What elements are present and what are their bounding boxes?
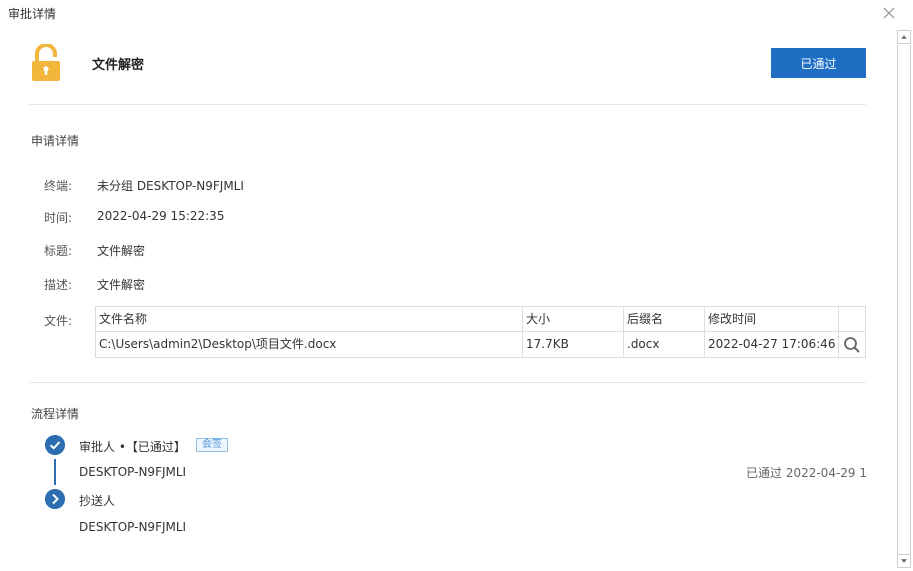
time-label: 时间: (44, 211, 73, 225)
subject-label: 标题: (44, 244, 73, 258)
chevron-right-circle-icon (45, 489, 65, 509)
close-icon[interactable] (881, 5, 897, 21)
terminal-value: 未分组 DESKTOP-N9FJMLI (97, 179, 244, 193)
table-header-row: 文件名称 大小 后缀名 修改时间 (96, 307, 865, 332)
scroll-down-icon[interactable] (897, 554, 911, 568)
file-path-cell: C:\Users\admin2\Desktop\项目文件.docx (96, 332, 523, 357)
approver-name: DESKTOP-N9FJMLI (79, 465, 187, 479)
cc-step-title: 抄送人 (79, 494, 116, 508)
approver-status: 已通过 2022-04-29 1 (746, 466, 868, 480)
process-section-title: 流程详情 (31, 407, 80, 421)
file-extension-cell: .docx (624, 332, 705, 357)
lock-open-icon (32, 44, 60, 81)
request-title: 文件解密 (92, 58, 145, 73)
cc-person-name: DESKTOP-N9FJMLI (79, 520, 187, 534)
section-divider (29, 382, 866, 383)
files-label: 文件: (44, 314, 73, 328)
header-divider (29, 104, 866, 105)
time-value: 2022-04-29 15:22:35 (97, 209, 225, 223)
approved-status-button[interactable]: 已通过 (771, 48, 866, 78)
file-size-cell: 17.7KB (523, 332, 624, 357)
column-header-size: 大小 (523, 307, 624, 332)
flow-connector-line (54, 459, 56, 485)
terminal-label: 终端: (44, 179, 73, 193)
column-header-name: 文件名称 (96, 307, 523, 332)
description-label: 描述: (44, 278, 73, 292)
scroll-thumb[interactable] (897, 45, 911, 554)
vertical-scrollbar[interactable] (897, 30, 911, 570)
file-action-cell (839, 332, 865, 357)
countersign-tag: 会签 (196, 438, 228, 452)
window-title: 审批详情 (8, 7, 57, 21)
approver-step-title: 审批人 •【已通过】 (79, 440, 186, 454)
column-header-modified: 修改时间 (705, 307, 839, 332)
file-modified-cell: 2022-04-27 17:06:46 (705, 332, 839, 357)
scroll-up-icon[interactable] (897, 30, 911, 44)
table-row: C:\Users\admin2\Desktop\项目文件.docx 17.7KB… (96, 332, 865, 357)
check-circle-icon (45, 435, 65, 455)
subject-value: 文件解密 (97, 244, 146, 258)
files-table: 文件名称 大小 后缀名 修改时间 C:\Users\admin2\Desktop… (95, 306, 866, 358)
title-bar: 审批详情 (0, 0, 913, 26)
application-section-title: 申请详情 (31, 134, 80, 148)
column-header-extension: 后缀名 (624, 307, 705, 332)
column-header-action (839, 307, 865, 332)
search-icon[interactable] (842, 335, 862, 355)
description-value: 文件解密 (97, 278, 146, 292)
